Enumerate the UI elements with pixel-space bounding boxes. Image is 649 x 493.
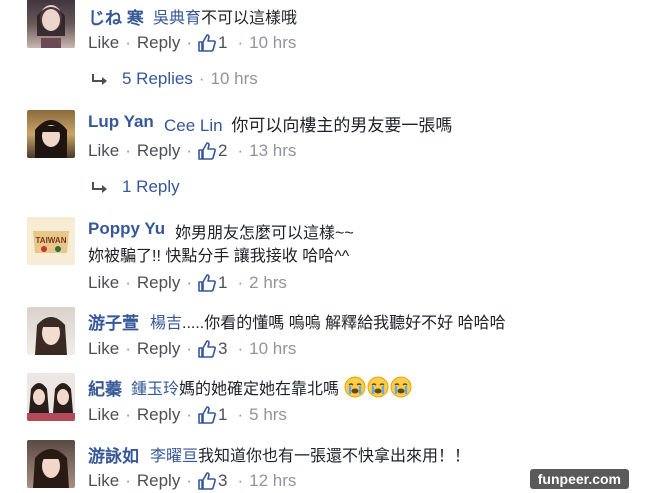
reply-button[interactable]: Reply [137,33,180,53]
tagged-user[interactable]: 鍾玉玲 [131,381,179,398]
commenter-name[interactable]: 紀蓁 [88,375,122,400]
separator: · [237,339,244,358]
tagged-user[interactable]: 李曜亘 [150,448,198,465]
tagged-user[interactable]: 吳典育 [153,10,201,27]
comment-text: 我知道你也有一張還不快拿出來用！！ [198,448,471,465]
like-button[interactable]: Like [88,471,119,491]
crying-face-icon [344,376,366,398]
reply-arrow-icon [92,182,107,193]
watermark: funpeer.com [529,469,629,489]
separator: · [186,141,192,160]
comment-actions: Like · Reply · 1 · 5 hrs [88,405,287,425]
replies-timestamp: 10 hrs [210,69,258,88]
comment-actions: Like · Reply · 3 · 12 hrs [88,471,296,491]
reply-arrow-icon [92,74,107,85]
commenter-name[interactable]: 游詠如 [88,442,139,467]
comment-actions: Like · Reply · 3 · 10 hrs [88,339,296,359]
avatar[interactable] [27,373,75,421]
thumbs-up-icon[interactable] [198,34,216,52]
reply-button[interactable]: Reply [137,273,180,293]
reply-button[interactable]: Reply [137,141,180,161]
separator: · [237,141,244,160]
like-count[interactable]: 3 [218,471,227,491]
comment-actions: Like · Reply · 1 · 2 hrs [88,273,287,293]
thumbs-up-icon[interactable] [198,472,216,490]
separator: · [186,273,192,292]
comment-text: 媽的她確定她在靠北嗎 [179,381,340,398]
commenter-name[interactable]: Poppy Yu [88,219,165,239]
separator: · [237,273,244,292]
reply-button[interactable]: Reply [137,405,180,425]
timestamp[interactable]: 10 hrs [249,339,296,359]
comment-text-line2: 妳被騙了!! 快點分手 讓我接收 哈哈^^ [88,248,350,265]
replies-count[interactable]: 5 Replies [122,69,193,89]
tagged-user[interactable]: 楊吉 [150,315,182,332]
separator: · [237,33,244,52]
timestamp[interactable]: 2 hrs [249,273,287,293]
comment-actions: Like · Reply · 2 · 13 hrs [88,141,296,161]
commenter-name[interactable]: 游子萱 [88,309,139,334]
svg-text:TAIWAN: TAIWAN [36,236,67,245]
comment-actions: Like · Reply · 1 · 10 hrs [88,33,296,53]
separator: · [186,339,192,358]
separator: · [198,69,205,88]
avatar[interactable] [27,307,75,355]
separator: · [186,471,192,490]
timestamp[interactable]: 13 hrs [249,141,296,161]
thumbs-up-icon[interactable] [198,274,216,292]
thumbs-up-icon[interactable] [198,340,216,358]
comment-text: .....你看的懂嗎 嗚嗚 解釋給我聽好不好 哈哈哈 [182,315,506,332]
comment-text: 不可以這樣哦 [201,10,298,27]
like-button[interactable]: Like [88,273,119,293]
like-count[interactable]: 1 [218,33,227,53]
separator: · [125,33,131,52]
separator: · [237,405,244,424]
avatar[interactable] [27,110,75,158]
like-button[interactable]: Like [88,405,119,425]
commenter-name[interactable]: じね 寒 [88,4,144,29]
view-replies-link[interactable]: 1 Reply [92,177,180,197]
avatar[interactable] [27,440,75,488]
thumbs-up-icon[interactable] [198,142,216,160]
like-count[interactable]: 2 [218,141,227,161]
replies-count[interactable]: 1 Reply [122,177,180,197]
separator: · [125,273,131,292]
separator: · [237,471,244,490]
separator: · [125,405,131,424]
reply-button[interactable]: Reply [137,471,180,491]
separator: · [125,141,131,160]
like-button[interactable]: Like [88,33,119,53]
tagged-user[interactable]: Cee Lin [164,116,223,135]
separator: · [125,471,131,490]
commenter-name[interactable]: Lup Yan [88,112,154,132]
comment-text: 妳男朋友怎麼可以這樣~~ [175,225,354,242]
reply-button[interactable]: Reply [137,339,180,359]
separator: · [186,405,192,424]
crying-face-icon [390,376,412,398]
like-count[interactable]: 3 [218,339,227,359]
thumbs-up-icon[interactable] [198,406,216,424]
timestamp[interactable]: 12 hrs [249,471,296,491]
avatar[interactable] [27,0,75,48]
like-button[interactable]: Like [88,339,119,359]
like-count[interactable]: 1 [218,273,227,293]
timestamp[interactable]: 10 hrs [249,33,296,53]
comment-text: 你可以向樓主的男友要一張嗎 [231,116,453,135]
separator: · [125,339,131,358]
view-replies-link[interactable]: 5 Replies · 10 hrs [92,69,258,89]
separator: · [186,33,192,52]
like-button[interactable]: Like [88,141,119,161]
avatar[interactable]: TAIWAN [27,217,75,265]
crying-face-icon [367,376,389,398]
timestamp[interactable]: 5 hrs [249,405,287,425]
like-count[interactable]: 1 [218,405,227,425]
